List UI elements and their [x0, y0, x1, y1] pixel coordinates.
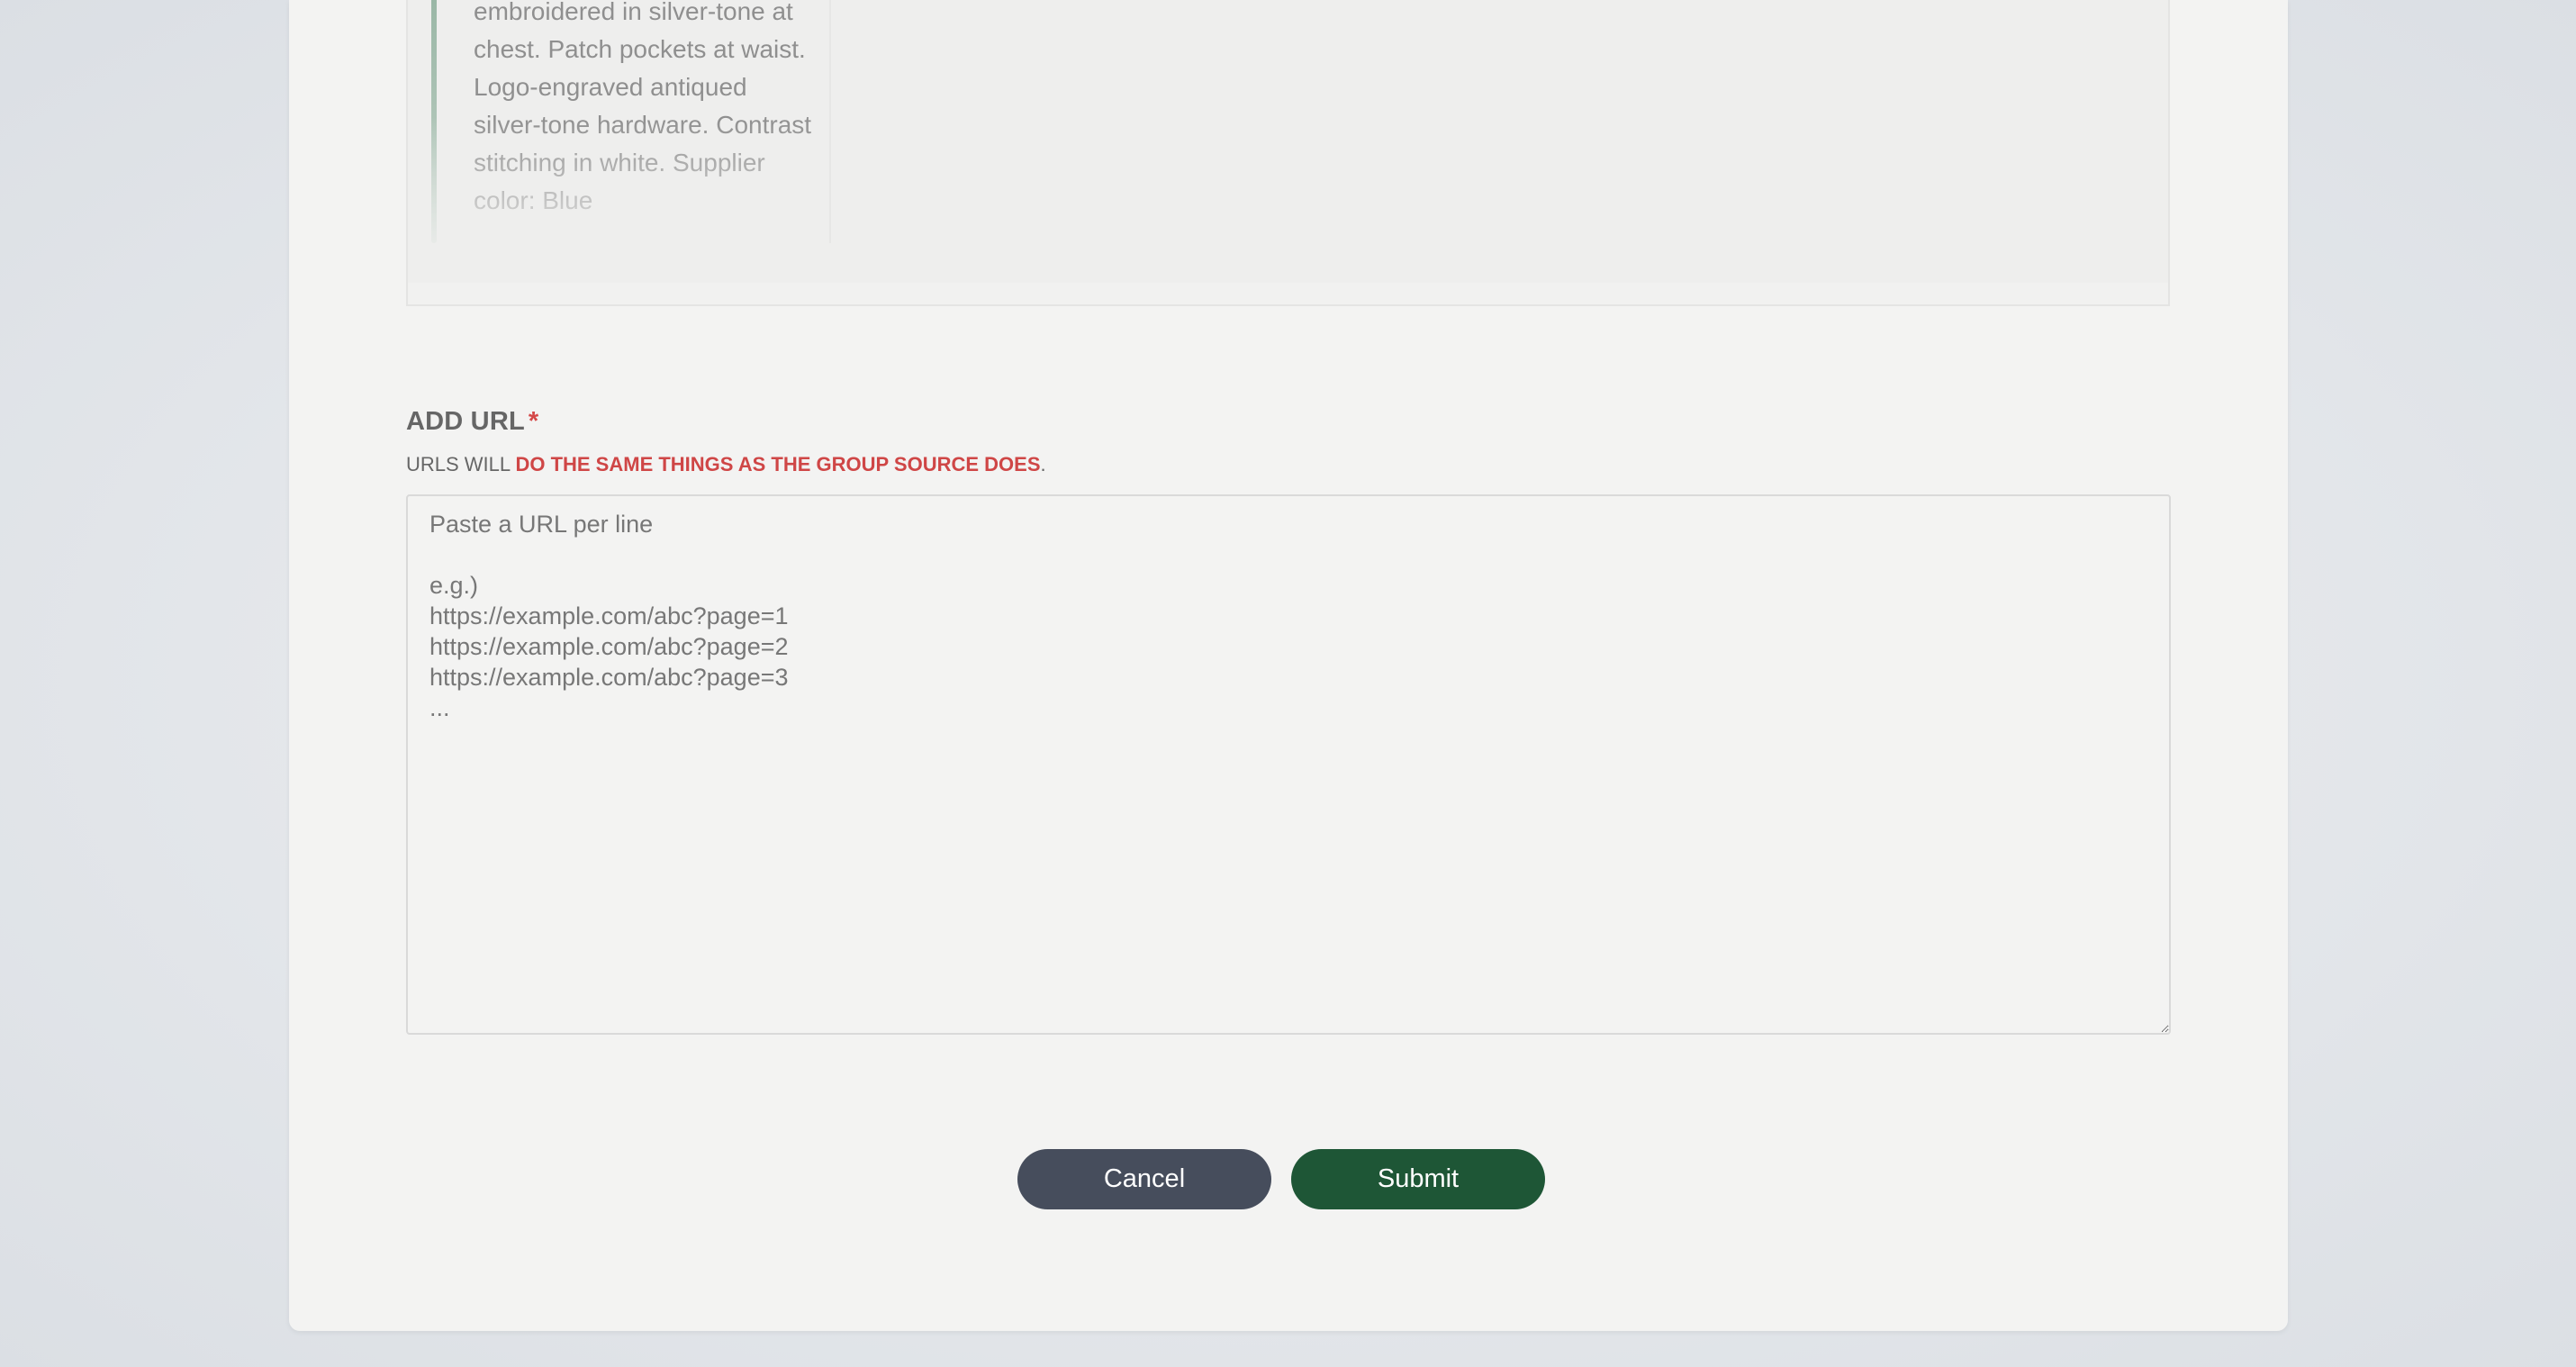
- product-description-column: embroidered in silver-tone at chest. Pat…: [408, 0, 831, 243]
- cancel-button[interactable]: Cancel: [1017, 1149, 1271, 1209]
- hint-suffix: .: [1040, 453, 1046, 475]
- group-source-preview: embroidered in silver-tone at chest. Pat…: [406, 0, 2170, 306]
- submit-button[interactable]: Submit: [1291, 1149, 1545, 1209]
- add-url-hint: URLS WILL DO THE SAME THINGS AS THE GROU…: [406, 453, 1046, 476]
- form-card: embroidered in silver-tone at chest. Pat…: [289, 0, 2288, 1331]
- add-url-label-text: ADD URL: [406, 407, 525, 436]
- hint-prefix: URLS WILL: [406, 453, 516, 475]
- required-asterisk: *: [528, 407, 539, 436]
- url-list-textarea[interactable]: [406, 494, 2171, 1035]
- description-fade-overlay: [408, 117, 829, 243]
- hint-emphasis: DO THE SAME THINGS AS THE GROUP SOURCE D…: [515, 453, 1041, 475]
- preview-inner-panel: embroidered in silver-tone at chest. Pat…: [408, 0, 2168, 283]
- add-url-label: ADD URL *: [406, 407, 538, 437]
